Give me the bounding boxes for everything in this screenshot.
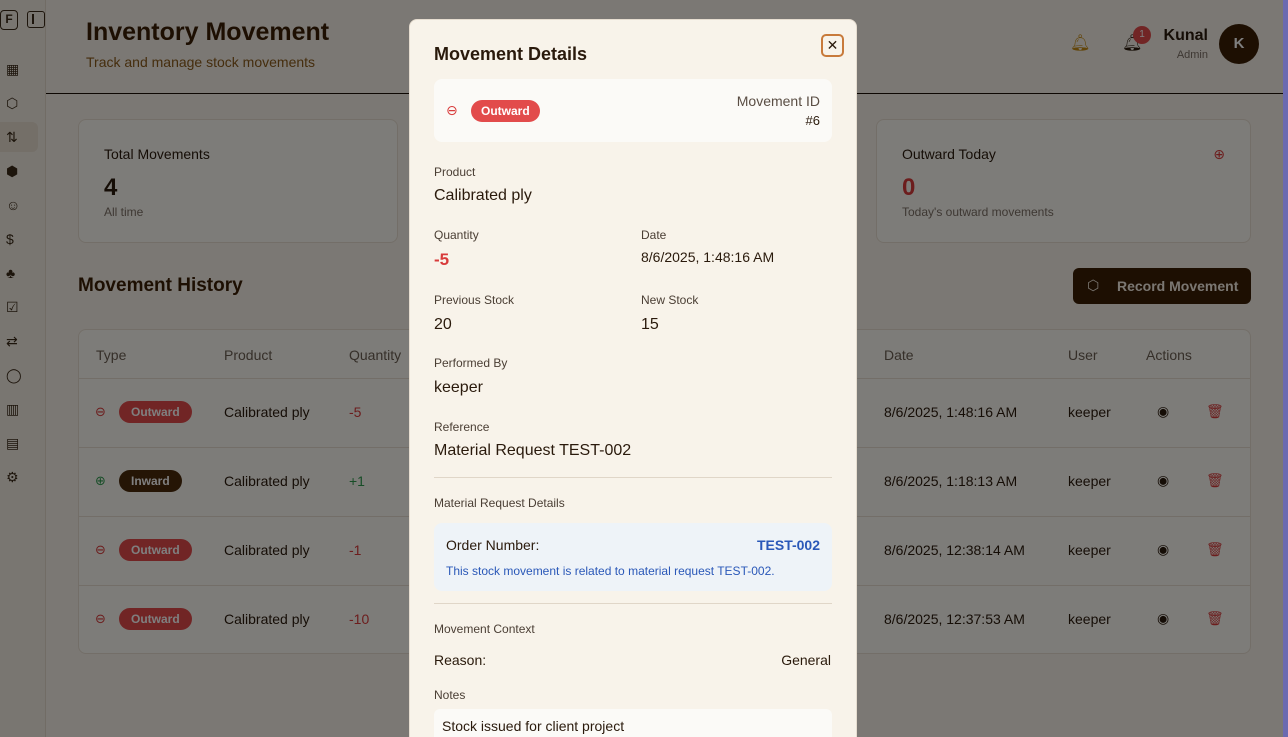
date-value: 8/6/2025, 1:48:16 AM bbox=[641, 249, 775, 265]
close-icon[interactable]: ✕ bbox=[821, 34, 844, 57]
reference-label: Reference bbox=[434, 420, 490, 434]
performed-by-label: Performed By bbox=[434, 356, 508, 370]
product-value: Calibrated ply bbox=[434, 187, 532, 204]
scrollbar[interactable] bbox=[1283, 0, 1288, 737]
previous-stock-value: 20 bbox=[434, 316, 452, 333]
divider bbox=[434, 477, 832, 478]
divider bbox=[434, 603, 832, 604]
new-stock-value: 15 bbox=[641, 316, 659, 333]
quantity-label: Quantity bbox=[434, 228, 479, 242]
movement-context-label: Movement Context bbox=[434, 622, 535, 636]
performed-by-value: keeper bbox=[434, 379, 483, 396]
material-request-note: This stock movement is related to materi… bbox=[446, 564, 775, 578]
modal-title: Movement Details bbox=[434, 44, 588, 64]
arrow-down-circle-icon: ⊖ bbox=[446, 102, 458, 118]
material-request-section-label: Material Request Details bbox=[434, 496, 565, 510]
material-request-box: Order Number: TEST-002 This stock moveme… bbox=[434, 523, 832, 591]
new-stock-label: New Stock bbox=[641, 293, 699, 307]
product-label: Product bbox=[434, 165, 476, 179]
notes-text: Stock issued for client project bbox=[442, 718, 625, 734]
reason-value: General bbox=[781, 652, 831, 668]
order-number-link[interactable]: TEST-002 bbox=[757, 537, 820, 553]
quantity-value: -5 bbox=[434, 250, 450, 269]
notes-box: Stock issued for client project bbox=[434, 709, 832, 737]
reason-label: Reason: bbox=[434, 652, 487, 668]
notes-label: Notes bbox=[434, 688, 466, 702]
movement-id-label: Movement ID bbox=[736, 93, 820, 109]
movement-summary: ⊖ Outward Movement ID #6 bbox=[434, 79, 832, 142]
reference-value: Material Request TEST-002 bbox=[434, 442, 632, 459]
type-badge: Outward bbox=[471, 100, 540, 122]
movement-details-modal: Movement Details ✕ ⊖ Outward Movement ID… bbox=[409, 19, 857, 737]
order-number-label: Order Number: bbox=[446, 537, 540, 553]
movement-id-value: #6 bbox=[805, 113, 820, 128]
previous-stock-label: Previous Stock bbox=[434, 293, 515, 307]
date-label: Date bbox=[641, 228, 667, 242]
